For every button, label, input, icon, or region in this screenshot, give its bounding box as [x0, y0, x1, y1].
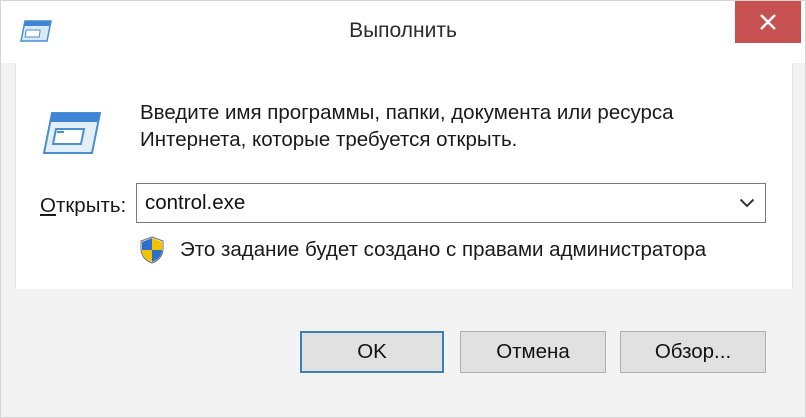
- description-line-1: Введите имя программы, папки, документа …: [140, 101, 674, 124]
- close-button[interactable]: [735, 1, 801, 43]
- ok-button[interactable]: OK: [300, 331, 444, 373]
- dialog-description: Введите имя программы, папки, документа …: [140, 99, 760, 153]
- open-label-text: ткрыть:: [55, 194, 127, 217]
- description-line-2: Интернета, которые требуется открыть.: [140, 128, 518, 151]
- command-input[interactable]: [145, 184, 725, 222]
- dialog-content: Введите имя программы, папки, документа …: [15, 63, 793, 289]
- chevron-down-icon: [739, 198, 755, 208]
- open-label: Открыть:: [40, 194, 126, 218]
- title-bar[interactable]: Выполнить: [1, 1, 805, 63]
- close-icon: [760, 14, 776, 30]
- run-program-icon: [42, 112, 102, 154]
- command-combobox[interactable]: [136, 183, 766, 223]
- browse-button[interactable]: Обзор...: [620, 331, 766, 373]
- cancel-button[interactable]: Отмена: [460, 331, 606, 373]
- window-title: Выполнить: [349, 19, 457, 42]
- run-dialog: Выполнить Введите имя программы, папки, …: [0, 0, 806, 418]
- open-label-accelerator: О: [40, 194, 56, 217]
- admin-notice-text: Это задание будет создано с правами адми…: [180, 238, 707, 261]
- dropdown-button[interactable]: [733, 188, 761, 218]
- admin-notice: Это задание будет создано с правами адми…: [140, 235, 706, 265]
- uac-shield-icon: [140, 236, 164, 264]
